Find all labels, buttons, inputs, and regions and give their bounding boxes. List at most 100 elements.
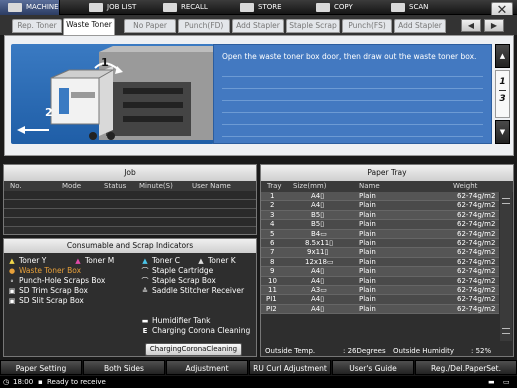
col-tray: Tray <box>267 182 282 190</box>
indicator-sd-slit: ▣ SD Slit Scrap Box <box>8 296 84 305</box>
job-row[interactable] <box>4 209 256 218</box>
tab-no-paper[interactable]: No Paper <box>124 19 176 33</box>
tab-add-stapler-2[interactable]: Add Stapler <box>394 19 446 33</box>
divider <box>222 88 483 89</box>
tray-paper-name: Plain <box>359 267 376 276</box>
tray-id: 10 <box>268 276 277 285</box>
toner-icon: ▲ <box>9 257 15 265</box>
tray-size: 9x11▯ <box>307 248 329 257</box>
scrap-box-icon: ▣ <box>8 287 16 295</box>
indicator-toner-m: ▲ Toner M <box>75 256 115 265</box>
tray-size: A4▯ <box>311 276 325 285</box>
tab-add-stapler[interactable]: Add Stapler <box>232 19 284 33</box>
adjustment-button[interactable]: Adjustment <box>166 360 248 375</box>
tab-punch-fs[interactable]: Punch(FS) <box>342 19 392 33</box>
indicator-waste-toner: ● Waste Toner Box <box>8 266 82 275</box>
step-1-label: 1 <box>101 56 109 69</box>
tray-row[interactable]: 3 B5▯ Plain 62-74g/m2 <box>261 210 499 221</box>
machine-icon <box>8 3 22 12</box>
ready-icon: ▬ <box>488 378 495 386</box>
tray-paper-name: Plain <box>359 304 376 313</box>
tray-row[interactable]: PI2 A4▯ Plain 62-74g/m2 <box>261 304 499 315</box>
paper-tray-title: Paper Tray <box>261 165 513 181</box>
divider <box>222 136 483 137</box>
tray-paper-name: Plain <box>359 238 376 247</box>
tray-row[interactable]: 8 12x18▭ Plain 62-74g/m2 <box>261 257 499 268</box>
tab-staple-scrap[interactable]: Staple Scrap <box>286 19 340 33</box>
tray-row[interactable]: 9 A4▯ Plain 62-74g/m2 <box>261 267 499 277</box>
col-size: Size(mm) <box>293 182 327 190</box>
tab-punch-fd[interactable]: Punch(FD) <box>178 19 230 33</box>
tray-row[interactable]: 11 A3▭ Plain 62-74g/m2 <box>261 285 499 296</box>
paper-tray-panel: Paper Tray Tray Size(mm) Name Weight 1 A4… <box>260 164 514 357</box>
job-columns: No. Mode Status Minute(S) User Name <box>4 181 256 191</box>
page-up-button[interactable]: ▲ <box>495 44 510 68</box>
page-indicator: 1 3 <box>495 70 510 118</box>
staple-icon: ⌒ <box>141 277 149 285</box>
scrap-box-icon: ▣ <box>8 297 16 305</box>
tray-weight: 62-74g/m2 <box>457 295 496 304</box>
tab-recall[interactable]: RECALL <box>155 0 215 15</box>
tray-row[interactable]: 1 A4▯ Plain 62-74g/m2 <box>261 192 499 202</box>
tray-row[interactable]: 5 B4▭ Plain 62-74g/m2 <box>261 229 499 239</box>
tab-next-button[interactable]: ▶ <box>484 19 504 32</box>
indicator-charging-corona: E Charging Corona Cleaning <box>142 326 251 335</box>
tray-paper-name: Plain <box>359 229 376 238</box>
tray-paper-name: Plain <box>359 257 376 266</box>
main-menu-bar: MACHINE JOB LIST RECALL STORE COPY SCAN … <box>0 0 517 19</box>
tab-prev-button[interactable]: ◀ <box>461 19 481 32</box>
tray-scrollbar[interactable] <box>500 192 512 341</box>
reg-del-paperset-button[interactable]: Reg./Del.PaperSet. <box>415 360 517 375</box>
job-panel: Job No. Mode Status Minute(S) User Name <box>3 164 257 235</box>
users-guide-button[interactable]: User's Guide <box>332 360 414 375</box>
tray-size: A4▯ <box>311 201 325 210</box>
tray-size: A4▯ <box>311 304 325 313</box>
tray-id: 7 <box>270 248 275 257</box>
indicator-saddle-stitcher: ≙ Saddle Stitcher Receiver <box>142 286 245 295</box>
tab-store[interactable]: STORE <box>232 0 292 15</box>
tray-row[interactable]: 6 8.5x11▯ Plain 62-74g/m2 <box>261 238 499 249</box>
tray-id: PI1 <box>266 295 277 304</box>
copy-icon <box>316 3 330 12</box>
page-down-button[interactable]: ▼ <box>495 120 510 144</box>
tray-size: 8.5x11▯ <box>305 238 334 247</box>
tray-id: PI2 <box>266 304 277 313</box>
tray-size: B5▯ <box>311 210 325 219</box>
tray-weight: 62-74g/m2 <box>457 304 496 313</box>
tray-weight: 62-74g/m2 <box>457 276 496 285</box>
paper-setting-button[interactable]: Paper Setting <box>0 360 82 375</box>
tab-scan[interactable]: SCAN <box>383 0 443 15</box>
tray-paper-name: Plain <box>359 276 376 285</box>
tab-machine[interactable]: MACHINE <box>0 0 60 15</box>
scan-icon <box>391 3 405 12</box>
arrow-down-icon: ▼ <box>499 128 506 136</box>
tray-id: 3 <box>270 210 275 219</box>
tray-id: 8 <box>270 257 275 266</box>
tab-copy[interactable]: COPY <box>308 0 368 15</box>
ru-curl-adjustment-button[interactable]: RU Curl Adjustment <box>249 360 331 375</box>
charging-corona-cleaning-button[interactable]: ChargingCoronaCleaning <box>145 343 242 356</box>
store-icon <box>240 3 254 12</box>
tray-id: 1 <box>270 192 275 200</box>
tray-size: A4▯ <box>311 267 325 276</box>
tray-row[interactable]: PI1 A4▯ Plain 62-74g/m2 <box>261 295 499 305</box>
job-row[interactable] <box>4 200 256 209</box>
indicator-sd-trim: ▣ SD Trim Scrap Box <box>8 286 88 295</box>
job-row[interactable] <box>4 191 256 200</box>
arrow-up-icon: ▲ <box>499 52 506 60</box>
col-user: User Name <box>192 182 231 190</box>
col-status: Status <box>104 182 127 190</box>
tray-row[interactable]: 7 9x11▯ Plain 62-74g/m2 <box>261 248 499 258</box>
both-sides-button[interactable]: Both Sides <box>83 360 165 375</box>
tray-row[interactable]: 4 B5▯ Plain 62-74g/m2 <box>261 220 499 230</box>
tab-waste-toner[interactable]: Waste Toner <box>63 18 115 35</box>
job-row[interactable] <box>4 218 256 227</box>
indicator-staple-scrap: ⌒ Staple Scrap Box <box>141 276 216 285</box>
punch-icon: ∘ <box>9 277 15 285</box>
tab-rep-toner[interactable]: Rep. Toner <box>12 19 62 33</box>
tray-id: 4 <box>270 220 275 229</box>
tray-id: 9 <box>270 267 275 276</box>
tray-row[interactable]: 10 A4▯ Plain 62-74g/m2 <box>261 276 499 286</box>
tray-row[interactable]: 2 A4▯ Plain 62-74g/m2 <box>261 201 499 211</box>
tab-job-list[interactable]: JOB LIST <box>81 0 141 15</box>
